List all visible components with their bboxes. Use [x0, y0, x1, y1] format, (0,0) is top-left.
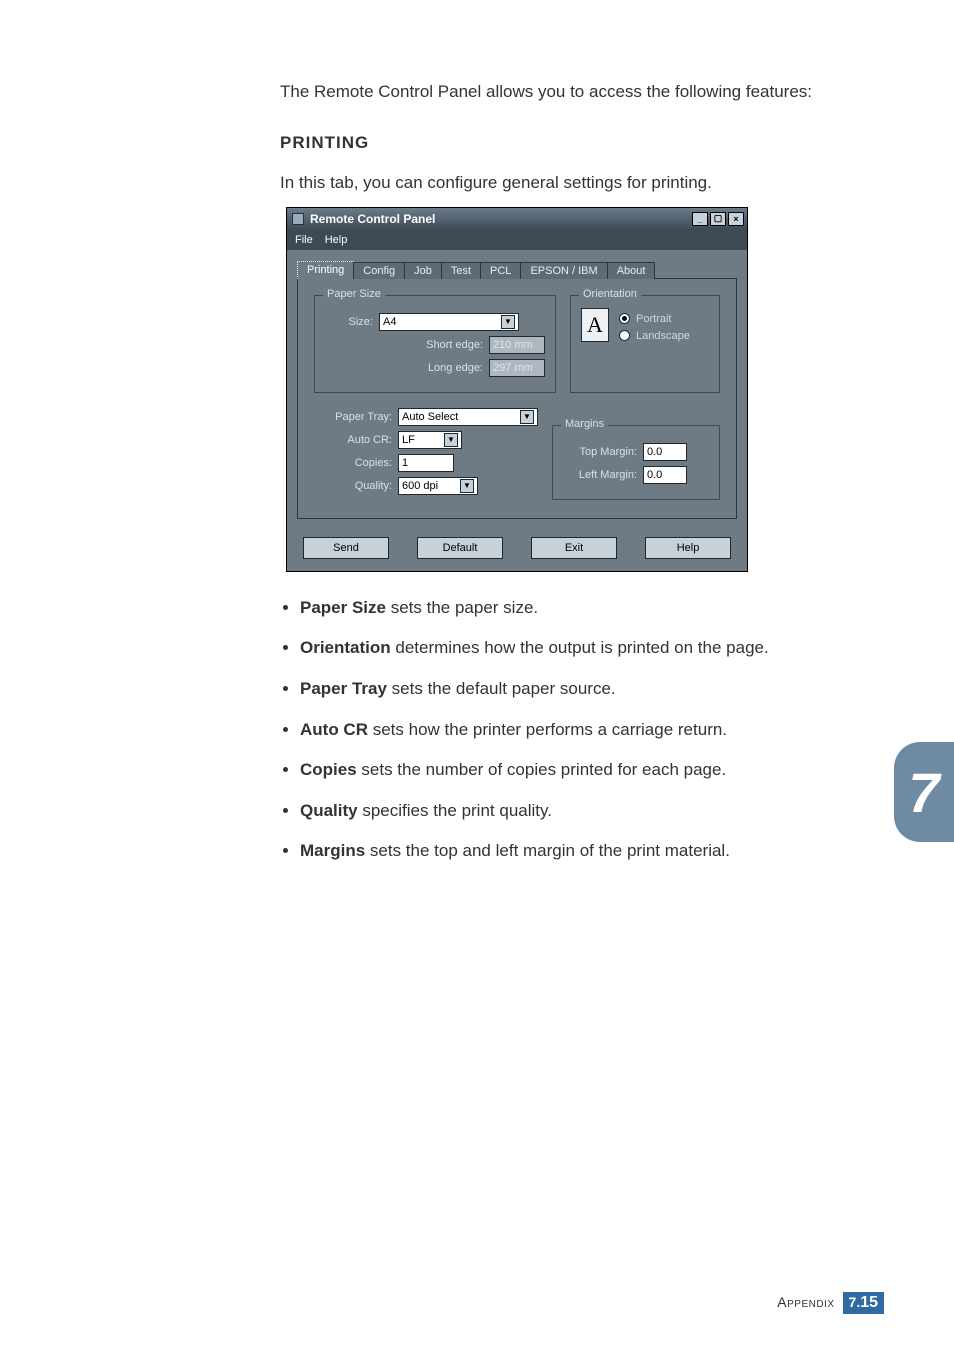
list-item: Quality specifies the print quality. — [300, 799, 880, 824]
menu-file[interactable]: File — [295, 234, 313, 246]
tab-printing[interactable]: Printing — [297, 261, 354, 279]
left-margin-input[interactable] — [643, 466, 687, 484]
portrait-label: Portrait — [636, 313, 671, 325]
orientation-legend: Orientation — [579, 288, 641, 300]
tab-about[interactable]: About — [607, 262, 656, 279]
maximize-button[interactable]: ▢ — [710, 212, 726, 226]
list-item: Orientation determines how the output is… — [300, 636, 880, 661]
radio-portrait[interactable] — [619, 313, 630, 324]
long-edge-input — [489, 359, 545, 377]
footer-label: Appendix — [777, 1294, 834, 1310]
list-item: Margins sets the top and left margin of … — [300, 839, 880, 864]
intro-paragraph: The Remote Control Panel allows you to a… — [280, 80, 880, 105]
minimize-button[interactable]: _ — [692, 212, 708, 226]
section-heading: PRINTING — [280, 133, 880, 153]
radio-landscape[interactable] — [619, 330, 630, 341]
page-number-badge: 7.15 — [843, 1292, 884, 1314]
remote-control-panel-window: Remote Control Panel _ ▢ × File Help Pri… — [286, 207, 748, 572]
short-edge-input — [489, 336, 545, 354]
copies-label: Copies: — [314, 457, 392, 469]
landscape-label: Landscape — [636, 330, 690, 342]
quality-label: Quality: — [314, 480, 392, 492]
list-item: Auto CR sets how the printer performs a … — [300, 718, 880, 743]
window-title: Remote Control Panel — [310, 212, 435, 226]
tab-test[interactable]: Test — [441, 262, 481, 279]
chevron-down-icon: ▼ — [520, 410, 534, 424]
titlebar[interactable]: Remote Control Panel _ ▢ × — [287, 208, 747, 230]
close-button[interactable]: × — [728, 212, 744, 226]
tab-config[interactable]: Config — [353, 262, 405, 279]
copies-input[interactable] — [398, 454, 454, 472]
list-item: Copies sets the number of copies printed… — [300, 758, 880, 783]
default-button[interactable]: Default — [417, 537, 503, 559]
left-margin-label: Left Margin: — [563, 469, 637, 481]
tab-job[interactable]: Job — [404, 262, 442, 279]
help-button[interactable]: Help — [645, 537, 731, 559]
quality-select[interactable]: 600 dpi ▼ — [398, 477, 478, 495]
top-margin-label: Top Margin: — [563, 446, 637, 458]
menu-help[interactable]: Help — [325, 234, 348, 246]
tabpanel-printing: Paper Size Size: A4 ▼ Short edge: — [297, 278, 737, 519]
orientation-icon: A — [581, 308, 609, 342]
chevron-down-icon: ▼ — [501, 315, 515, 329]
size-value: A4 — [383, 316, 396, 328]
auto-cr-value: LF — [402, 434, 415, 446]
size-select[interactable]: A4 ▼ — [379, 313, 519, 331]
group-paper-size: Paper Size Size: A4 ▼ Short edge: — [314, 295, 556, 393]
paper-tray-value: Auto Select — [402, 411, 458, 423]
app-icon — [292, 213, 304, 225]
short-edge-label: Short edge: — [426, 339, 483, 351]
tabstrip: Printing Config Job Test PCL EPSON / IBM… — [297, 258, 737, 278]
paper-tray-label: Paper Tray: — [314, 411, 392, 423]
list-item: Paper Size sets the paper size. — [300, 596, 880, 621]
list-item: Paper Tray sets the default paper source… — [300, 677, 880, 702]
chevron-down-icon: ▼ — [460, 479, 474, 493]
top-margin-input[interactable] — [643, 443, 687, 461]
group-margins: Margins Top Margin: Left Margin: — [552, 425, 720, 500]
exit-button[interactable]: Exit — [531, 537, 617, 559]
description-list: Paper Size sets the paper size. Orientat… — [280, 596, 880, 864]
paper-tray-select[interactable]: Auto Select ▼ — [398, 408, 538, 426]
size-label: Size: — [325, 316, 373, 328]
send-button[interactable]: Send — [303, 537, 389, 559]
group-orientation: Orientation A Portrait Landscape — [570, 295, 720, 393]
tab-pcl[interactable]: PCL — [480, 262, 521, 279]
chapter-thumb-tab: 7 — [894, 742, 954, 842]
quality-value: 600 dpi — [402, 480, 438, 492]
section-intro: In this tab, you can configure general s… — [280, 173, 880, 193]
tab-epson-ibm[interactable]: EPSON / IBM — [520, 262, 607, 279]
page-footer: Appendix 7.15 — [777, 1292, 884, 1314]
auto-cr-label: Auto CR: — [314, 434, 392, 446]
margins-legend: Margins — [561, 418, 608, 430]
auto-cr-select[interactable]: LF ▼ — [398, 431, 462, 449]
paper-size-legend: Paper Size — [323, 288, 385, 300]
long-edge-label: Long edge: — [428, 362, 483, 374]
chevron-down-icon: ▼ — [444, 433, 458, 447]
